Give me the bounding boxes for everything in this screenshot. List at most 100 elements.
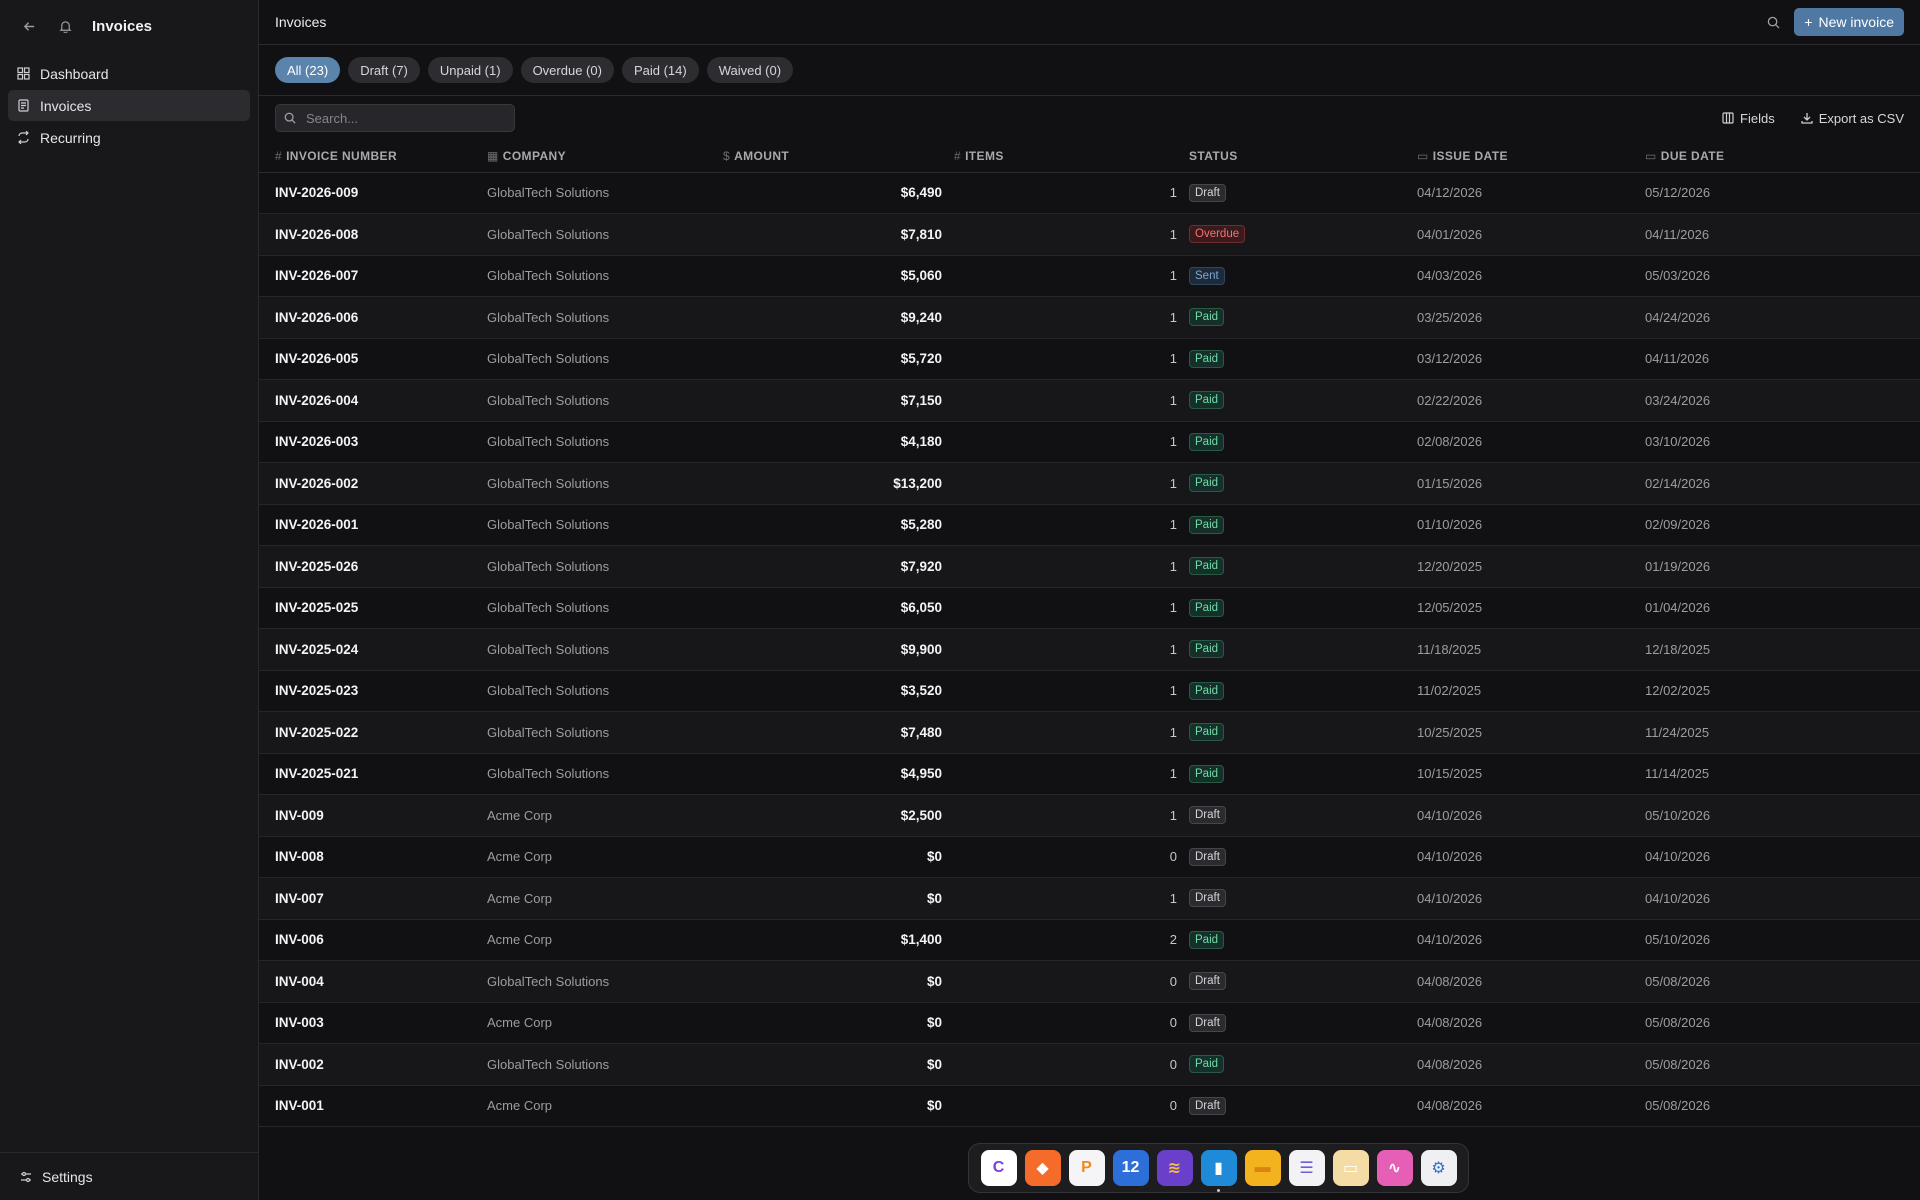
sidebar-item-invoices[interactable]: Invoices — [8, 90, 250, 121]
invoice-number-cell[interactable]: INV-2026-006 — [259, 297, 487, 339]
invoice-number-cell[interactable]: INV-2026-003 — [259, 421, 487, 463]
back-arrow-icon[interactable] — [20, 17, 38, 35]
status-badge: Paid — [1189, 681, 1225, 700]
invoice-number-cell[interactable]: INV-004 — [259, 961, 487, 1003]
invoice-number-cell[interactable]: INV-2026-002 — [259, 463, 487, 505]
settings-button[interactable]: Settings — [0, 1152, 258, 1200]
list-app-icon[interactable]: ☰ — [1288, 1150, 1325, 1186]
table-row[interactable]: INV-2025-026 GlobalTech Solutions $7,920 1 P… — [259, 545, 1920, 588]
due-date-cell: 11/14/2025 — [1645, 766, 1710, 782]
invoice-number-cell[interactable]: INV-2025-021 — [259, 753, 487, 795]
filter-unpaid[interactable]: Unpaid (1) — [427, 57, 513, 83]
folder-app-icon[interactable]: ▬ — [1244, 1150, 1281, 1186]
bell-icon[interactable] — [56, 17, 74, 35]
due-date-cell: 05/08/2026 — [1645, 1098, 1711, 1114]
invoice-number-cell[interactable]: INV-2026-004 — [259, 380, 487, 422]
invoice-number-cell[interactable]: INV-2026-001 — [259, 504, 487, 546]
table-row[interactable]: INV-2026-001 GlobalTech Solutions $5,280 1 P… — [259, 504, 1920, 546]
fields-button[interactable]: Fields — [1722, 111, 1775, 126]
invoice-number-cell[interactable]: INV-2025-026 — [259, 546, 487, 588]
table-row[interactable]: INV-007 Acme Corp $0 1 Draft 04/10/2026 04/10/… — [259, 877, 1920, 920]
invoice-number-cell[interactable]: INV-009 — [259, 795, 487, 837]
items-cell: 0 — [1169, 849, 1177, 865]
filter-paid[interactable]: Paid (14) — [621, 57, 699, 83]
table-row[interactable]: INV-002 GlobalTech Solutions $0 0 Paid 04/08/… — [259, 1043, 1920, 1086]
table-row[interactable]: INV-006 Acme Corp $1,400 2 Paid 04/10/2026 05/… — [259, 919, 1920, 961]
invoice-number-cell[interactable]: INV-2025-024 — [259, 629, 487, 671]
table-row[interactable]: INV-2025-024 GlobalTech Solutions $9,900 1 P… — [259, 628, 1920, 671]
due-date-cell: 11/24/2025 — [1645, 724, 1710, 740]
invoice-number-cell[interactable]: INV-2025-025 — [259, 587, 487, 629]
invoice-number-cell[interactable]: INV-002 — [259, 1044, 487, 1086]
export-csv-button[interactable]: Export as CSV — [1801, 111, 1904, 126]
header-company[interactable]: ▦ COMPANY — [487, 140, 723, 173]
calendar-app-icon[interactable]: 12 — [1112, 1150, 1149, 1186]
invoice-number-cell[interactable]: INV-006 — [259, 919, 487, 961]
filter-all[interactable]: All (23) — [275, 57, 341, 83]
table-row[interactable]: INV-009 Acme Corp $2,500 1 Draft 04/10/2026 05… — [259, 794, 1920, 837]
company-cell: GlobalTech Solutions — [487, 185, 610, 201]
table-row[interactable]: INV-2026-002 GlobalTech Solutions $13,200 1… — [259, 462, 1920, 505]
wave-app-icon[interactable]: ≋ — [1156, 1150, 1193, 1186]
invoice-number-cell[interactable]: INV-2026-007 — [259, 255, 487, 297]
vector-app-icon[interactable]: ◆ — [1024, 1150, 1061, 1186]
invoice-number-cell[interactable]: INV-2026-009 — [259, 172, 487, 214]
items-cell: 0 — [1169, 973, 1177, 989]
issue-date-cell: 11/02/2025 — [1417, 683, 1482, 699]
invoice-number-cell[interactable]: INV-2026-005 — [259, 338, 487, 380]
header-due-date[interactable]: ▭ DUE DATE — [1645, 140, 1920, 173]
table-row[interactable]: INV-2026-003 GlobalTech Solutions $4,180 1 P… — [259, 421, 1920, 463]
invoice-number-cell[interactable]: INV-2026-008 — [259, 214, 487, 256]
draw-app-icon[interactable]: ∿ — [1376, 1150, 1413, 1186]
status-badge: Paid — [1189, 723, 1225, 742]
settings-app-icon[interactable]: ⚙ — [1420, 1150, 1457, 1186]
table-row[interactable]: INV-2025-021 GlobalTech Solutions $4,950 1 P… — [259, 753, 1920, 795]
header-issue-date[interactable]: ▭ ISSUE DATE — [1417, 140, 1645, 173]
due-date-cell: 05/08/2026 — [1645, 973, 1711, 989]
sidebar-item-dashboard[interactable]: Dashboard — [8, 58, 250, 89]
search-input[interactable] — [306, 110, 496, 126]
sidebar-item-recurring[interactable]: Recurring — [8, 122, 250, 153]
header-status[interactable]: STATUS — [1189, 140, 1417, 173]
table-row[interactable]: INV-003 Acme Corp $0 0 Draft 04/08/2026 05/08/… — [259, 1002, 1920, 1044]
filter-draft[interactable]: Draft (7) — [348, 57, 420, 83]
table-row[interactable]: INV-2026-009 GlobalTech Solutions $6,490 1 D… — [259, 172, 1920, 214]
book-app-icon[interactable]: ▮ — [1200, 1150, 1237, 1192]
company-cell: GlobalTech Solutions — [487, 351, 610, 367]
table-row[interactable]: INV-2025-022 GlobalTech Solutions $7,480 1 P… — [259, 711, 1920, 754]
c-app-icon[interactable]: C — [980, 1150, 1017, 1186]
new-invoice-button[interactable]: + New invoice — [1794, 8, 1904, 36]
invoice-number-cell[interactable]: INV-2025-022 — [259, 712, 487, 754]
invoice-number-cell[interactable]: INV-003 — [259, 1002, 487, 1044]
notes-app-icon[interactable]: ▭ — [1332, 1150, 1369, 1186]
status-badge: Sent — [1189, 266, 1225, 285]
header-amount[interactable]: $ AMOUNT — [723, 140, 954, 173]
table-body: INV-2026-009 GlobalTech Solutions $6,490 1 D… — [259, 172, 1920, 1127]
table-row[interactable]: INV-008 Acme Corp $0 0 Draft 04/10/2026 04/10/… — [259, 836, 1920, 878]
table-row[interactable]: INV-2025-025 GlobalTech Solutions $6,050 1 P… — [259, 587, 1920, 629]
filter-overdue[interactable]: Overdue (0) — [520, 57, 614, 83]
table-row[interactable]: INV-2025-023 GlobalTech Solutions $3,520 1 P… — [259, 670, 1920, 712]
filter-waived[interactable]: Waived (0) — [706, 57, 794, 83]
search-icon[interactable] — [1762, 11, 1784, 33]
table-row[interactable]: INV-2026-005 GlobalTech Solutions $5,720 1 P… — [259, 338, 1920, 380]
amount-cell: $6,050 — [900, 600, 942, 616]
table-row[interactable]: INV-001 Acme Corp $0 0 Draft 04/08/2026 05/08/… — [259, 1085, 1920, 1127]
header-invoice-number[interactable]: # INVOICE NUMBER — [259, 140, 487, 173]
table-row[interactable]: INV-2026-007 GlobalTech Solutions $5,060 1 S… — [259, 255, 1920, 297]
invoice-number-cell[interactable]: INV-2025-023 — [259, 670, 487, 712]
pages-app-icon[interactable]: P — [1068, 1150, 1105, 1186]
invoice-number-cell[interactable]: INV-007 — [259, 878, 487, 920]
company-cell: GlobalTech Solutions — [487, 392, 610, 408]
invoice-number-cell[interactable]: INV-008 — [259, 836, 487, 878]
table-row[interactable]: INV-2026-008 GlobalTech Solutions $7,810 1 O… — [259, 213, 1920, 256]
header-label: AMOUNT — [734, 148, 790, 163]
header-items[interactable]: # ITEMS — [954, 140, 1189, 173]
table-row[interactable]: INV-2026-006 GlobalTech Solutions $9,240 1 P… — [259, 296, 1920, 339]
invoice-number-cell[interactable]: INV-001 — [259, 1085, 487, 1127]
table-row[interactable]: INV-2026-004 GlobalTech Solutions $7,150 1 P… — [259, 379, 1920, 422]
table-row[interactable]: INV-004 GlobalTech Solutions $0 0 Draft 04/08… — [259, 960, 1920, 1003]
calendar-icon: ▭ — [1417, 148, 1429, 163]
status-cell: Paid — [1189, 712, 1417, 754]
due-date-cell: 12/02/2025 — [1645, 683, 1711, 699]
